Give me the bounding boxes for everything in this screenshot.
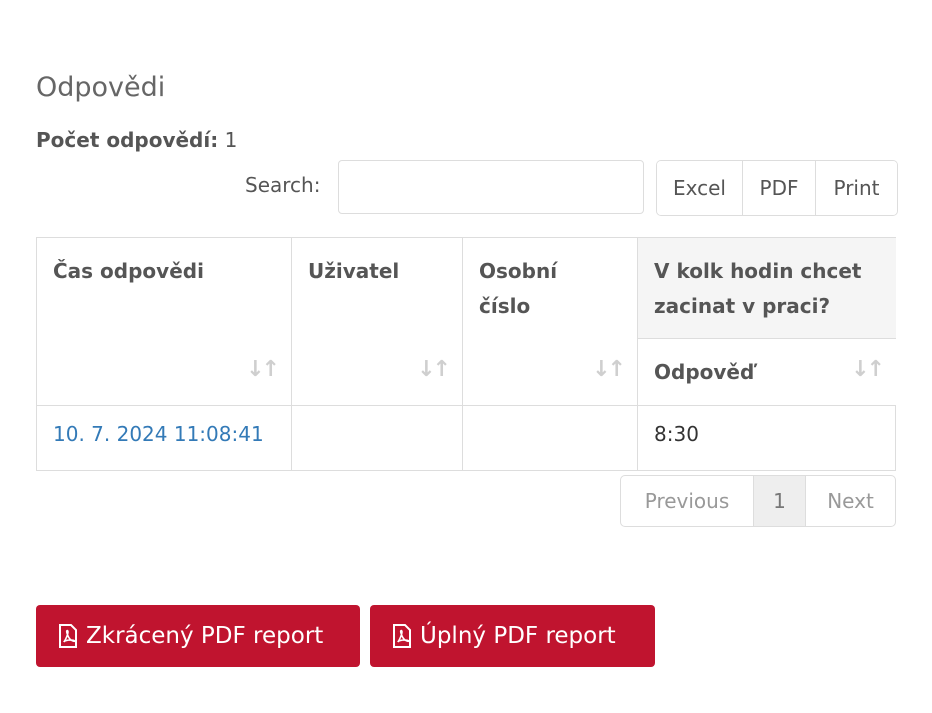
column-header-answer[interactable]: Odpověď ↓↑: [637, 339, 896, 406]
column-header-answer-label: Odpověď: [654, 360, 755, 384]
export-pdf-button[interactable]: PDF: [742, 161, 815, 215]
sort-icon: ↓↑: [417, 357, 451, 382]
column-header-time[interactable]: Čas odpovědi ↓↑: [36, 237, 291, 406]
response-count-label: Počet odpovědí:: [36, 128, 219, 152]
column-header-personal-number[interactable]: Osobní číslo ↓↑: [462, 237, 637, 406]
export-excel-button[interactable]: Excel: [657, 161, 742, 215]
table-row-personal-number-cell: [462, 406, 637, 471]
export-print-button[interactable]: Print: [815, 161, 897, 215]
response-count: Počet odpovědí: 1: [36, 128, 237, 152]
question-header: V kolk hodin chcet zacinat v praci?: [637, 237, 896, 339]
search-input[interactable]: [338, 160, 644, 214]
page-title: Odpovědi: [36, 72, 166, 103]
export-buttons: Excel PDF Print: [656, 160, 898, 216]
column-header-personal-number-label: Osobní číslo: [479, 259, 558, 318]
table-row-answer-cell: 8:30: [637, 406, 896, 471]
pagination-next[interactable]: Next: [805, 476, 895, 526]
sort-icon: ↓↑: [246, 357, 280, 382]
response-time-link[interactable]: 10. 7. 2024 11:08:41: [53, 422, 264, 446]
file-pdf-icon: [393, 624, 411, 648]
full-pdf-report-button[interactable]: Úplný PDF report: [370, 605, 655, 667]
responses-table: Čas odpovědi ↓↑ Uživatel ↓↑ Osobní číslo…: [36, 237, 896, 471]
pagination: Previous 1 Next: [620, 475, 896, 527]
search-label: Search:: [245, 173, 321, 197]
short-pdf-report-button[interactable]: Zkrácený PDF report: [36, 605, 360, 667]
column-header-user-label: Uživatel: [308, 259, 400, 283]
column-header-time-label: Čas odpovědi: [53, 259, 204, 283]
pagination-previous[interactable]: Previous: [621, 476, 753, 526]
table-row-user-cell: [291, 406, 462, 471]
file-pdf-icon: [59, 624, 77, 648]
full-pdf-report-label: Úplný PDF report: [420, 623, 616, 649]
short-pdf-report-label: Zkrácený PDF report: [86, 623, 324, 649]
sort-icon: ↓↑: [592, 357, 626, 382]
table-row-time-cell: 10. 7. 2024 11:08:41: [36, 406, 291, 471]
sort-icon: ↓↑: [851, 357, 885, 382]
column-header-user[interactable]: Uživatel ↓↑: [291, 237, 462, 406]
response-count-value: 1: [224, 128, 238, 152]
pagination-page-1[interactable]: 1: [753, 476, 805, 526]
